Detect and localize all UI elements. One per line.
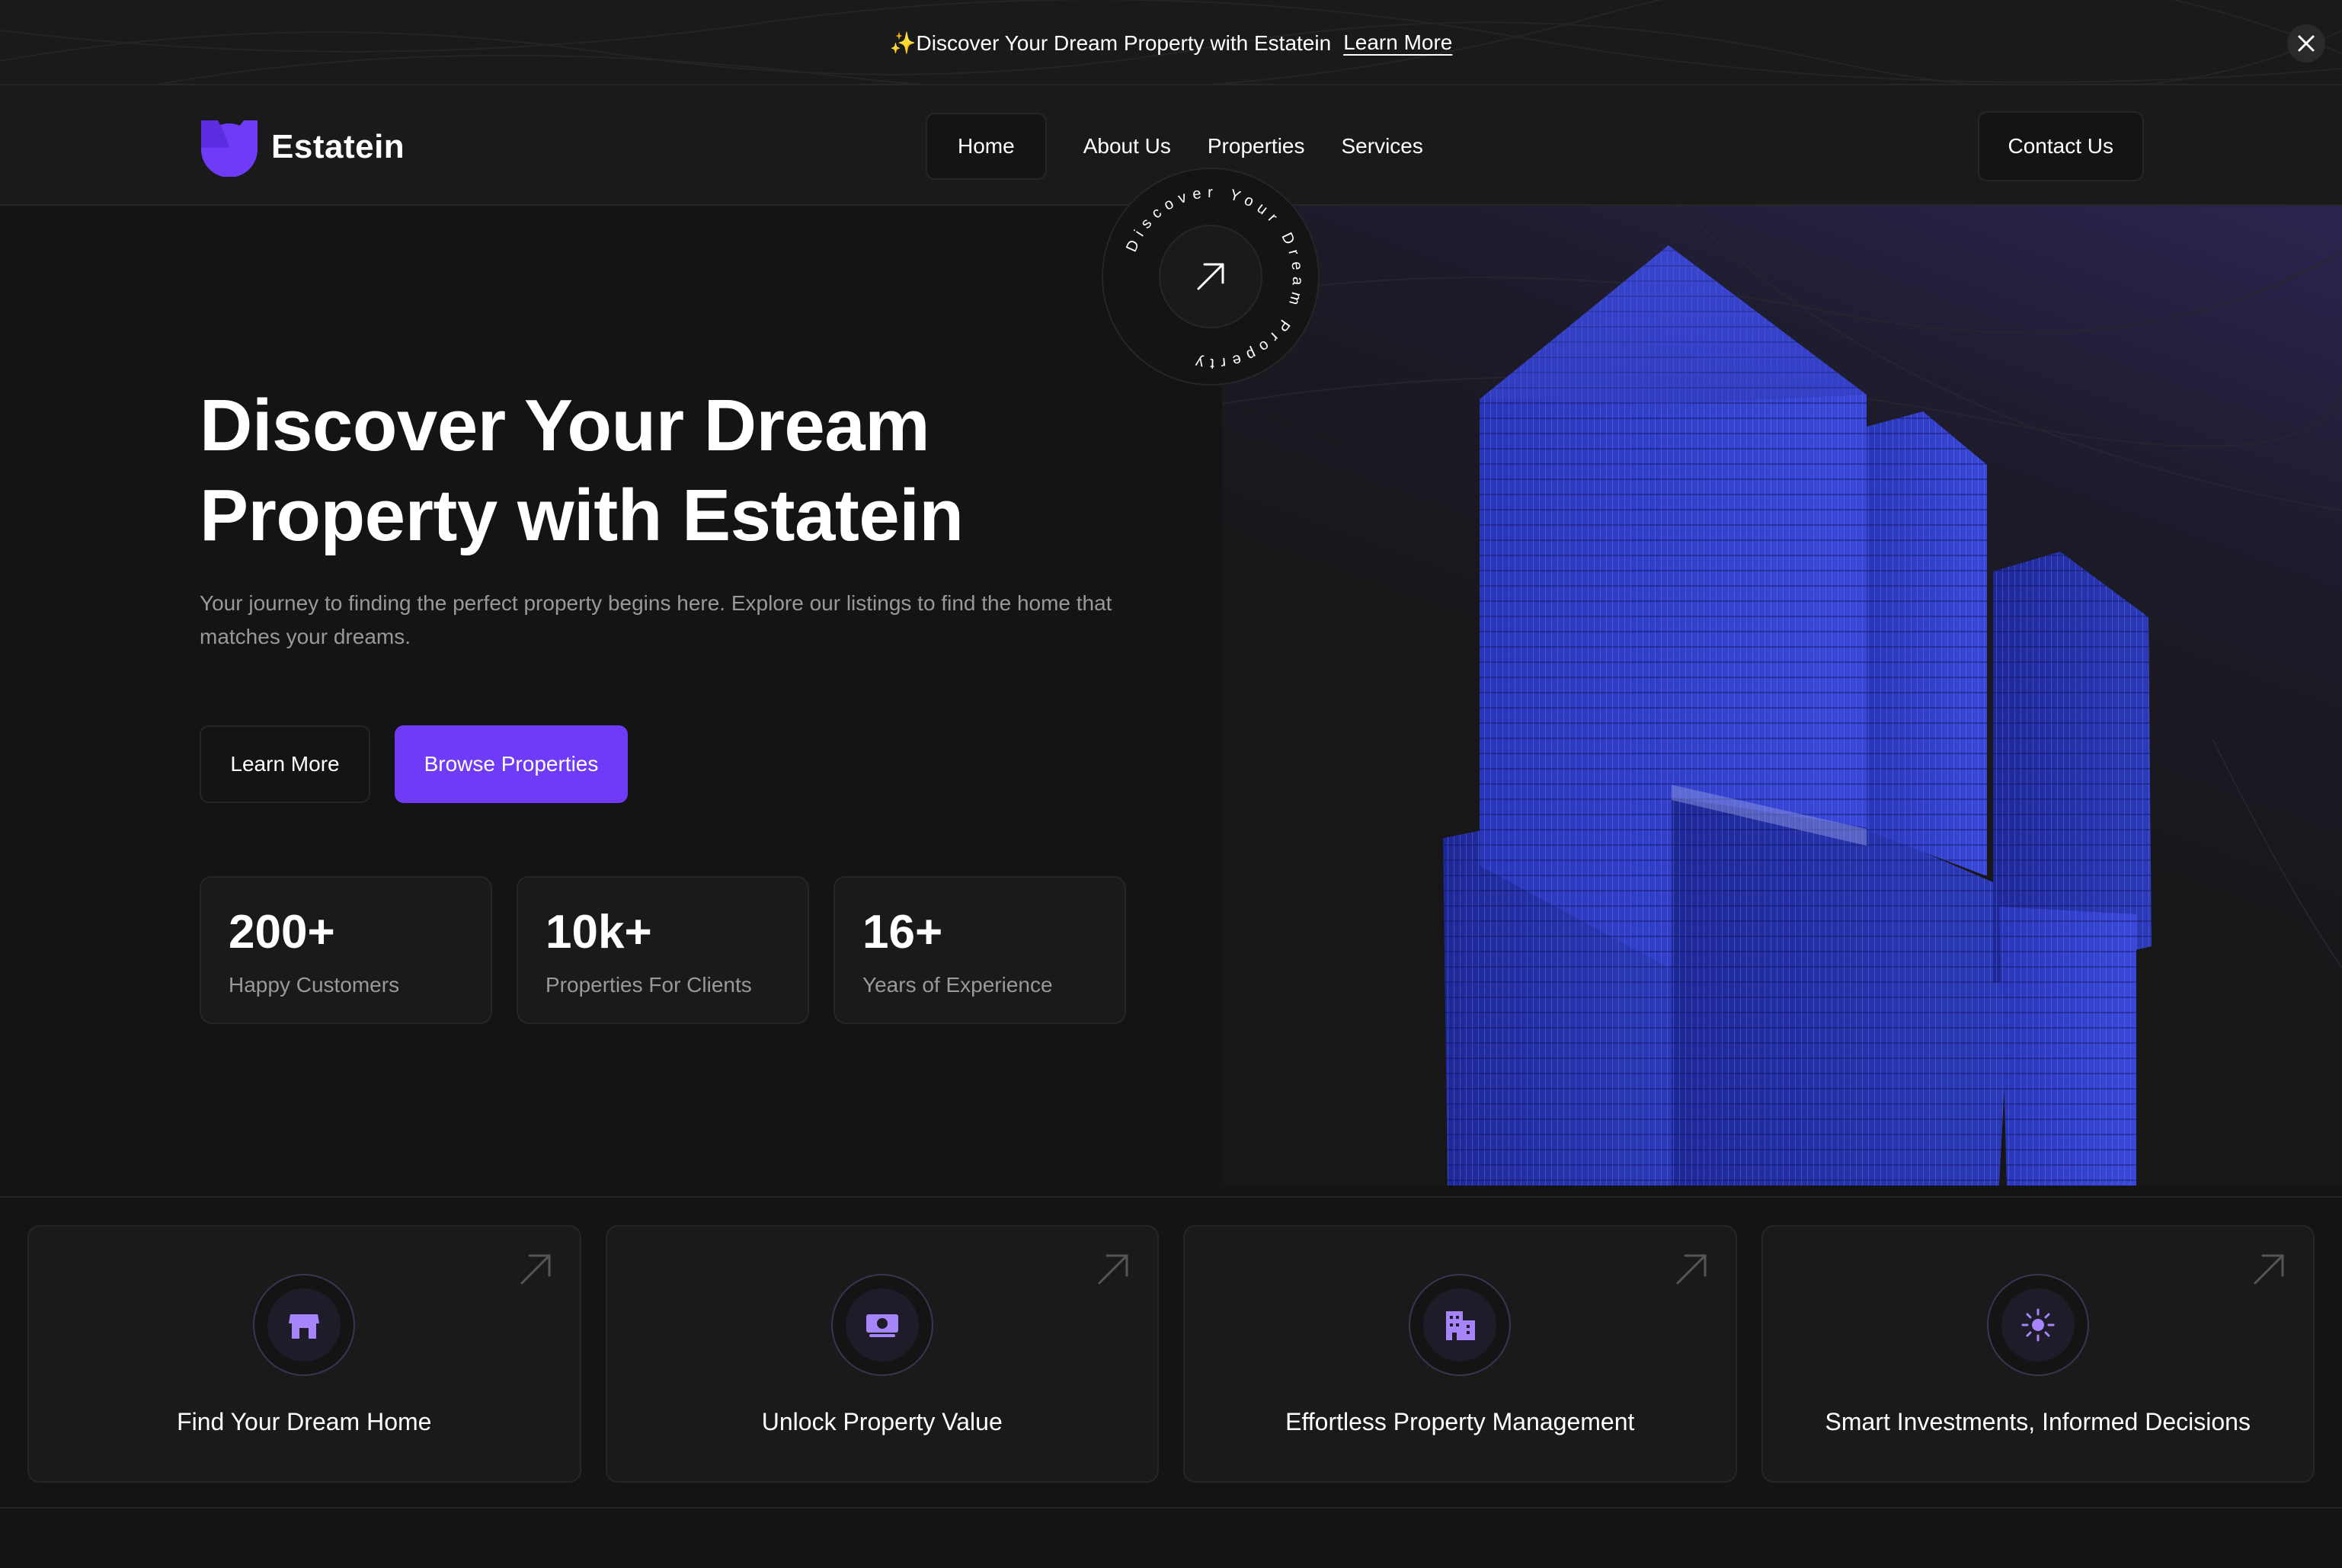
contact-us-button[interactable]: Contact Us	[1977, 111, 2144, 181]
feature-label: Find Your Dream Home	[177, 1408, 432, 1435]
logo[interactable]: Estatein	[200, 117, 405, 177]
feature-icon-circle	[830, 1274, 933, 1376]
banner-learn-more-link[interactable]: Learn More	[1343, 30, 1452, 55]
stat-value: 200+	[229, 906, 335, 958]
stat-label: Properties For Clients	[546, 973, 752, 997]
stat-properties-for-clients: 10k+ Properties For Clients	[517, 876, 809, 1024]
hero-subtitle: Your journey to finding the perfect prop…	[200, 591, 1112, 648]
badge-arrow-button[interactable]	[1159, 225, 1262, 328]
buildings-icon	[1446, 1311, 1476, 1340]
arrow-up-right-icon	[1197, 263, 1224, 290]
stat-label: Years of Experience	[862, 973, 1053, 997]
feature-card-find-home[interactable]: Find Your Dream Home	[27, 1225, 581, 1483]
estatein-logo-icon	[201, 120, 258, 177]
feature-icon-circle	[1986, 1274, 2089, 1376]
discover-badge[interactable]: Discover Your Dream Property	[1102, 168, 1320, 386]
feature-label: Unlock Property Value	[761, 1408, 1003, 1435]
stat-label: Happy Customers	[229, 973, 400, 997]
feature-label: Smart Investments, Informed Decisions	[1825, 1408, 2251, 1435]
storefront-icon	[289, 1314, 320, 1339]
cash-icon	[865, 1314, 898, 1337]
browse-properties-button[interactable]: Browse Properties	[395, 725, 628, 803]
learn-more-button[interactable]: Learn More	[200, 725, 370, 803]
hero-content: Discover Your Dream Property with Estate…	[0, 206, 1222, 1186]
feature-label: Effortless Property Management	[1285, 1408, 1635, 1435]
arrow-up-right-icon	[2254, 1254, 2284, 1285]
hero-image	[1222, 206, 2342, 1186]
feature-card-property-management[interactable]: Effortless Property Management	[1183, 1225, 1737, 1483]
top-banner: ✨Discover Your Dream Property with Estat…	[0, 0, 2342, 85]
next-section-edge	[0, 1509, 2342, 1568]
arrow-up-right-icon	[1676, 1254, 1706, 1285]
hero-title: Discover Your Dream Property with Estate…	[200, 381, 1114, 561]
feature-card-unlock-value[interactable]: Unlock Property Value	[605, 1225, 1159, 1483]
features-strip: Find Your Dream Home Unlock Property Val…	[0, 1196, 2342, 1509]
banner-text: Discover Your Dream Property with Estate…	[916, 30, 1332, 55]
close-icon	[2298, 35, 2315, 52]
hero-title-line-2: Property with Estatein	[200, 475, 964, 556]
nav-services[interactable]: Services	[1323, 113, 1441, 180]
stat-years-experience: 16+ Years of Experience	[833, 876, 1126, 1024]
arrow-up-right-icon	[520, 1254, 550, 1285]
building-illustration	[1222, 206, 2342, 1186]
arrow-up-right-icon	[1098, 1254, 1128, 1285]
sparkle-icon: ✨	[889, 30, 917, 55]
stat-happy-customers: 200+ Happy Customers	[200, 876, 492, 1024]
sun-icon	[2021, 1308, 2055, 1342]
banner-message: ✨Discover Your Dream Property with Estat…	[0, 0, 2342, 84]
nav-home[interactable]: Home	[926, 113, 1047, 180]
stat-value: 16+	[862, 906, 943, 958]
stat-value: 10k+	[546, 906, 652, 958]
hero-title-line-1: Discover Your Dream	[200, 385, 930, 466]
logo-text: Estatein	[271, 128, 405, 165]
banner-close-button[interactable]	[2287, 24, 2325, 62]
feature-icon-circle	[1409, 1274, 1512, 1376]
feature-card-smart-investments[interactable]: Smart Investments, Informed Decisions	[1761, 1225, 2315, 1483]
feature-icon-circle	[253, 1274, 356, 1376]
